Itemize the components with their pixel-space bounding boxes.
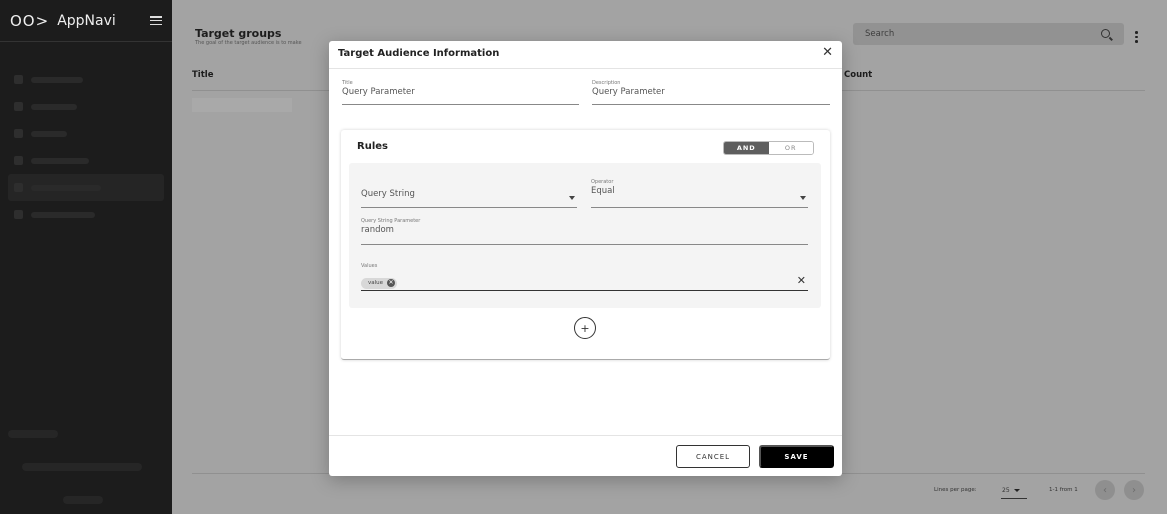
nav-icon: [14, 75, 23, 84]
pagination-range: 1-1 from 1: [1049, 487, 1078, 493]
value-chip-label: value: [368, 280, 384, 286]
title-field[interactable]: Title Query Parameter: [342, 80, 579, 105]
query-parameter-value[interactable]: random: [361, 225, 808, 235]
lines-per-page-select[interactable]: 25: [1001, 482, 1027, 499]
rule-item: Query String Operator Equal Query String…: [349, 163, 821, 308]
sidebar-item-1[interactable]: [8, 66, 164, 93]
app-name: AppNavi: [57, 12, 116, 29]
plus-circle-icon: +: [580, 321, 590, 335]
description-field-label: Description: [592, 80, 621, 86]
rules-card: Rules AND OR Query String Operator Equal…: [341, 130, 830, 360]
operator-select[interactable]: Operator Equal: [591, 179, 808, 208]
remove-chip-icon[interactable]: ✕: [387, 279, 396, 287]
logic-toggle[interactable]: AND OR: [723, 141, 814, 155]
chevron-down-icon: [569, 196, 575, 200]
chevron-down-icon: [1013, 488, 1020, 492]
add-rule-button[interactable]: +: [574, 317, 596, 339]
sidebar-item-4[interactable]: [8, 147, 164, 174]
chevron-left-icon: ‹: [1103, 484, 1107, 496]
lines-per-page-label: Lines per page:: [934, 487, 977, 493]
more-vertical-icon[interactable]: [1135, 31, 1138, 43]
table-row[interactable]: [192, 98, 292, 112]
dialog-header-divider: [329, 68, 842, 69]
sidebar-nav: [0, 66, 172, 228]
search-input[interactable]: Search: [853, 23, 1124, 45]
app-logo[interactable]: OO> AppNavi: [10, 12, 116, 30]
value-chip[interactable]: value ✕: [361, 277, 398, 289]
description-field-value[interactable]: Query Parameter: [592, 87, 830, 97]
operator-label: Operator: [591, 179, 614, 185]
nav-icon: [14, 156, 23, 165]
search-icon[interactable]: [1101, 29, 1110, 38]
sidebar-header: OO> AppNavi: [0, 0, 172, 42]
title-field-label: Title: [342, 80, 353, 86]
description-field[interactable]: Description Query Parameter: [592, 80, 830, 105]
sidebar-item-target-groups[interactable]: [8, 174, 164, 201]
chevron-down-icon: [800, 196, 806, 200]
chevron-right-icon: ›: [1132, 484, 1136, 496]
nav-icon: [14, 183, 23, 192]
nav-icon: [14, 129, 23, 138]
next-page-button[interactable]: ›: [1124, 480, 1144, 500]
operator-value: Equal: [591, 186, 615, 196]
values-label: Values: [361, 263, 378, 269]
sidebar: OO> AppNavi: [0, 0, 172, 514]
sidebar-footer: [8, 430, 164, 514]
save-button[interactable]: SAVE: [759, 445, 834, 468]
query-parameter-input[interactable]: Query String Parameter random: [361, 218, 808, 245]
rule-type-value: Query String: [361, 189, 415, 199]
nav-icon: [14, 102, 23, 111]
close-icon[interactable]: ✕: [822, 46, 833, 59]
page-subtitle: The goal of the target audience is to ma…: [195, 40, 302, 46]
sidebar-item-2[interactable]: [8, 93, 164, 120]
rules-heading: Rules: [357, 141, 388, 152]
column-header-title[interactable]: Title: [192, 70, 213, 80]
search-placeholder: Search: [865, 29, 895, 39]
values-input[interactable]: Values value ✕ ✕: [361, 263, 808, 291]
sidebar-item-3[interactable]: [8, 120, 164, 147]
logo-mark: OO>: [10, 11, 50, 30]
column-header-count[interactable]: Count: [844, 70, 872, 80]
clear-values-icon[interactable]: ✕: [797, 275, 806, 286]
lines-per-page-value: 25: [1002, 486, 1010, 494]
toggle-or[interactable]: OR: [768, 142, 813, 154]
cancel-button[interactable]: CANCEL: [676, 445, 750, 468]
menu-icon[interactable]: [150, 16, 162, 25]
query-parameter-label: Query String Parameter: [361, 218, 421, 224]
rule-type-select[interactable]: Query String: [361, 181, 577, 208]
prev-page-button[interactable]: ‹: [1095, 480, 1115, 500]
nav-icon: [14, 210, 23, 219]
page-title: Target groups: [195, 27, 282, 40]
toggle-and[interactable]: AND: [724, 142, 769, 154]
title-field-value[interactable]: Query Parameter: [342, 87, 579, 97]
dialog-title: Target Audience Information: [338, 48, 500, 59]
target-audience-dialog: Target Audience Information ✕ Title Quer…: [329, 41, 842, 476]
dialog-footer-divider: [329, 435, 842, 436]
sidebar-item-6[interactable]: [8, 201, 164, 228]
